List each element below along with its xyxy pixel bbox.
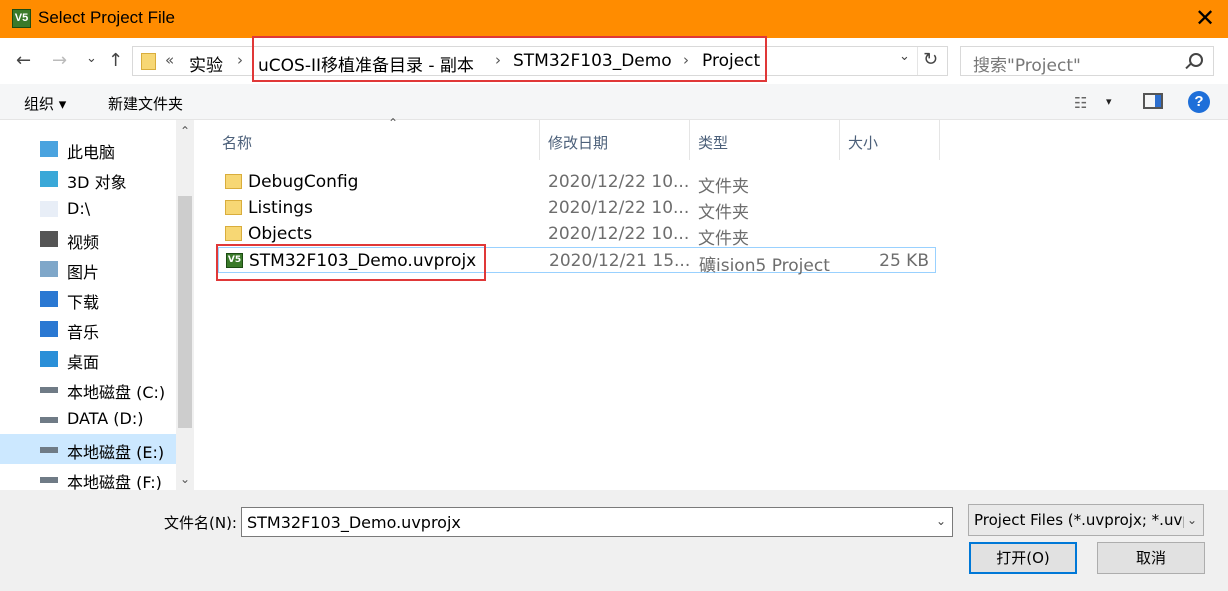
sidebar-item[interactable]: 下载 bbox=[0, 284, 176, 314]
folder-icon bbox=[225, 174, 242, 189]
sidebar-scrollbar[interactable]: ⌃ ⌄ bbox=[176, 120, 194, 490]
sidebar-item[interactable]: 本地磁盘 (E:) bbox=[0, 434, 176, 464]
cancel-button[interactable]: 取消 bbox=[1097, 542, 1205, 574]
column-header-name[interactable]: 名称 ⌃ bbox=[214, 116, 540, 160]
forward-arrow-icon[interactable]: → bbox=[52, 50, 67, 71]
sidebar-item-label: 本地磁盘 (E:) bbox=[67, 443, 165, 462]
filename-label: 文件名(N): bbox=[164, 514, 237, 532]
drive-icon bbox=[40, 417, 58, 423]
sidebar-item[interactable]: 此电脑 bbox=[0, 134, 176, 164]
file-type-value: Project Files (*.uvprojx; *.uvp bbox=[974, 511, 1184, 529]
chevron-down-icon[interactable]: ⌄ bbox=[936, 514, 946, 528]
file-row[interactable]: Listings 2020/12/22 10... 文件夹 bbox=[218, 195, 936, 223]
file-date: 2020/12/22 10... bbox=[548, 198, 690, 218]
chevron-down-icon[interactable]: ▾ bbox=[1106, 95, 1112, 108]
sidebar-item-label: 视频 bbox=[67, 233, 100, 252]
file-type: 文件夹 bbox=[698, 203, 749, 223]
divider bbox=[917, 47, 918, 75]
navigation-pane: 此电脑 3D 对象 D:\ 视频图片下载音乐桌面本地磁盘 (C:) DATA (D:) 本… bbox=[0, 120, 176, 492]
sidebar-item[interactable]: 视频 bbox=[0, 224, 176, 254]
search-box[interactable]: 搜索"Project" bbox=[960, 46, 1214, 76]
organize-menu[interactable]: 组织 ▾ bbox=[24, 93, 66, 114]
folder-icon bbox=[225, 200, 242, 215]
file-size: 25 KB bbox=[879, 251, 929, 271]
cube-icon bbox=[40, 171, 58, 187]
file-type: 礦ision5 Project bbox=[699, 256, 830, 276]
red-highlight-box bbox=[216, 244, 486, 281]
filename-value: STM32F103_Demo.uvprojx bbox=[247, 513, 461, 532]
refresh-icon[interactable]: ↻ bbox=[923, 49, 938, 70]
drive-icon bbox=[40, 477, 58, 483]
column-header-size[interactable]: 大小 bbox=[840, 120, 940, 160]
file-type: 文件夹 bbox=[698, 177, 749, 197]
file-date: 2020/12/22 10... bbox=[548, 224, 690, 244]
file-name: Listings bbox=[248, 198, 313, 218]
scroll-up-icon[interactable]: ⌃ bbox=[176, 122, 194, 140]
file-name: DebugConfig bbox=[248, 172, 359, 192]
sidebar-item-label: 下载 bbox=[67, 293, 100, 312]
file-name: Objects bbox=[248, 224, 313, 244]
sidebar-item-label: 音乐 bbox=[67, 323, 100, 342]
sort-ascending-icon: ⌃ bbox=[388, 116, 399, 130]
dialog-footer: 文件名(N): STM32F103_Demo.uvprojx ⌄ Project… bbox=[0, 490, 1228, 591]
filename-input[interactable]: STM32F103_Demo.uvprojx ⌄ bbox=[241, 507, 953, 537]
sidebar-item[interactable]: DATA (D:) bbox=[0, 404, 176, 434]
computer-icon bbox=[40, 141, 58, 157]
sidebar-item[interactable]: 桌面 bbox=[0, 344, 176, 374]
download-icon bbox=[40, 291, 58, 307]
film-icon bbox=[40, 231, 58, 247]
overflow-chevron-icon[interactable]: « bbox=[165, 51, 174, 69]
window-title: Select Project File bbox=[38, 8, 175, 27]
folder-icon bbox=[225, 226, 242, 241]
up-arrow-icon[interactable]: ↑ bbox=[108, 50, 123, 71]
title-bar[interactable]: V5 Select Project File ✕ bbox=[0, 0, 1228, 38]
desktop-icon bbox=[40, 351, 58, 367]
sidebar-item[interactable]: D:\ bbox=[0, 194, 176, 224]
music-icon bbox=[40, 321, 58, 337]
file-date: 2020/12/22 10... bbox=[548, 172, 690, 192]
preview-pane-icon[interactable] bbox=[1143, 93, 1163, 109]
back-arrow-icon[interactable]: ← bbox=[16, 50, 31, 71]
sidebar-item[interactable]: 音乐 bbox=[0, 314, 176, 344]
new-folder-button[interactable]: 新建文件夹 bbox=[108, 93, 183, 114]
sidebar-item-label: 此电脑 bbox=[67, 143, 116, 162]
help-icon[interactable]: ? bbox=[1188, 91, 1210, 113]
file-row[interactable]: DebugConfig 2020/12/22 10... 文件夹 bbox=[218, 169, 936, 197]
file-type: 文件夹 bbox=[698, 229, 749, 249]
breadcrumb-separator-icon[interactable]: › bbox=[237, 51, 243, 69]
chevron-down-icon[interactable]: ⌄ bbox=[899, 49, 910, 64]
red-highlight-box bbox=[252, 36, 767, 82]
sidebar-item-label: 桌面 bbox=[67, 353, 100, 372]
drive-icon bbox=[40, 447, 58, 453]
sidebar-item-label: DATA (D:) bbox=[67, 409, 144, 428]
chevron-down-icon[interactable]: ⌄ bbox=[1187, 513, 1197, 527]
sidebar-item-label: D:\ bbox=[67, 199, 91, 218]
column-header-type[interactable]: 类型 bbox=[690, 120, 840, 160]
close-button[interactable]: ✕ bbox=[1188, 2, 1222, 36]
sidebar-item-label: 图片 bbox=[67, 263, 100, 282]
view-options-icon[interactable]: ☷ bbox=[1074, 94, 1087, 112]
file-type-select[interactable]: Project Files (*.uvprojx; *.uvp ⌄ bbox=[968, 504, 1204, 536]
keil-app-icon: V5 bbox=[12, 9, 31, 28]
folder-icon bbox=[141, 53, 156, 70]
scroll-down-icon[interactable]: ⌄ bbox=[176, 470, 194, 488]
breadcrumb-item[interactable]: 实验 bbox=[189, 51, 223, 76]
command-toolbar: 组织 ▾ 新建文件夹 ☷ ▾ ? bbox=[0, 84, 1228, 120]
sidebar-item[interactable]: 图片 bbox=[0, 254, 176, 284]
sidebar-item-label: 本地磁盘 (C:) bbox=[67, 383, 166, 402]
sidebar-item[interactable]: 本地磁盘 (C:) bbox=[0, 374, 176, 404]
recent-locations-icon[interactable]: ⌄ bbox=[86, 51, 97, 66]
search-icon[interactable] bbox=[1189, 53, 1203, 67]
open-button[interactable]: 打开(O) bbox=[969, 542, 1077, 574]
document-icon bbox=[40, 201, 58, 217]
picture-icon bbox=[40, 261, 58, 277]
file-list: 名称 ⌃ 修改日期 类型 大小 DebugConfig 2020/12/22 10… bbox=[196, 116, 1228, 490]
search-placeholder: 搜索"Project" bbox=[973, 56, 1081, 76]
file-date: 2020/12/21 15... bbox=[549, 251, 691, 271]
scrollbar-thumb[interactable] bbox=[178, 196, 192, 428]
sidebar-item-label: 3D 对象 bbox=[67, 173, 127, 192]
sidebar-item[interactable]: 3D 对象 bbox=[0, 164, 176, 194]
column-header-date[interactable]: 修改日期 bbox=[540, 120, 690, 160]
drive-c-icon bbox=[40, 387, 58, 393]
